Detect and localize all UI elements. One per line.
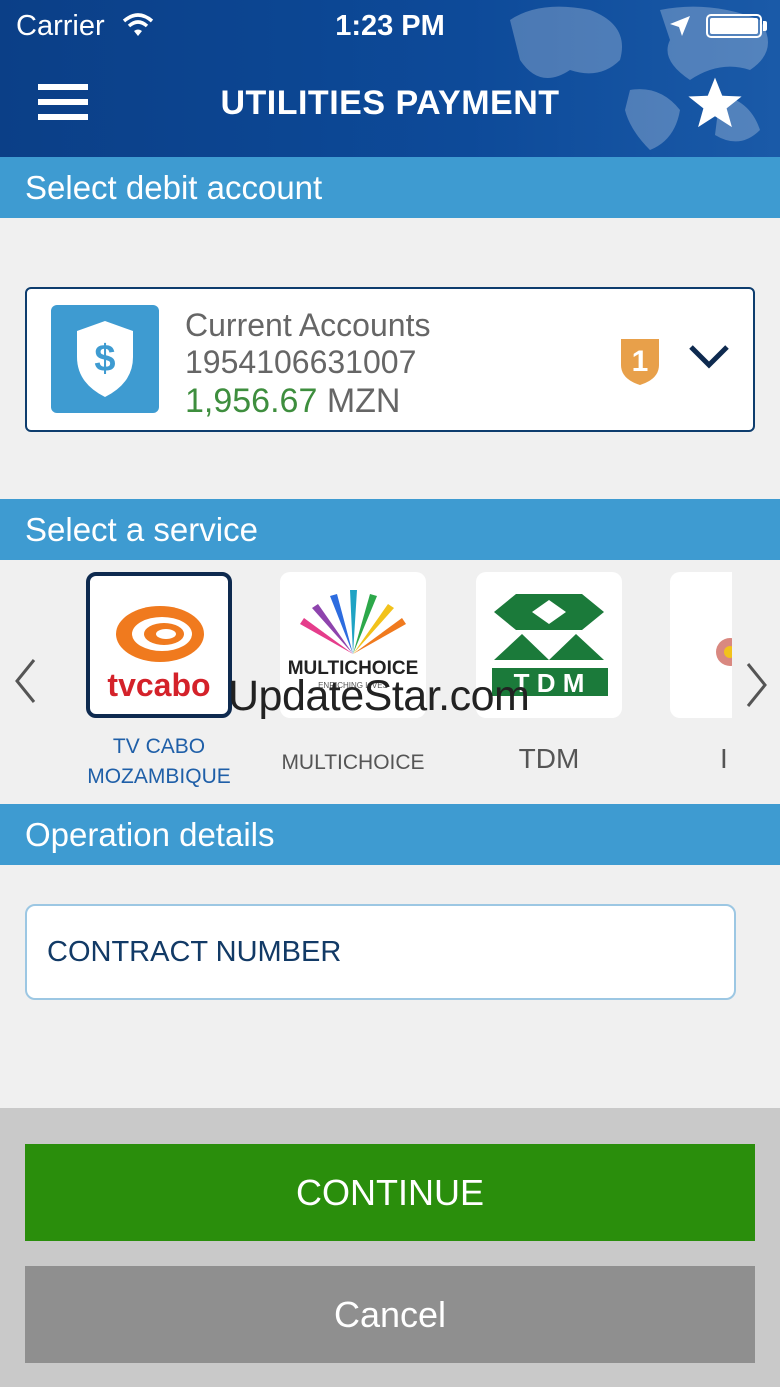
contract-number-input[interactable]: CONTRACT NUMBER <box>25 904 736 1000</box>
service-label-line2: MOZAMBIQUE <box>87 765 231 788</box>
balance-currency: MZN <box>326 382 401 420</box>
watermark-text: UpdateStar.com <box>228 672 530 720</box>
badge-count: 1 <box>632 345 649 378</box>
section-title: Operation details <box>25 816 275 853</box>
service-label: TV CABO MOZAMBIQUE <box>86 732 232 792</box>
service-item-tvcabo[interactable]: tvcabo TV CABO MOZAMBIQUE <box>86 572 232 792</box>
partial-service-logo <box>670 572 732 718</box>
account-number: 1954106631007 <box>185 344 417 380</box>
clock: 1:23 PM <box>335 10 445 42</box>
section-header-debit: Select debit account <box>0 157 780 218</box>
page-title: UTILITIES PAYMENT <box>220 84 560 122</box>
debit-account-selector[interactable]: $ Current Accounts 1954106631007 1,956.6… <box>25 287 755 432</box>
balance-amount: 1,956.67 <box>185 382 318 420</box>
svg-text:$: $ <box>94 338 115 380</box>
status-bar: Carrier 1:23 PM <box>0 0 780 54</box>
section-title: Select a service <box>25 511 258 548</box>
account-balance: 1,956.67 MZN <box>185 382 400 421</box>
account-type: Current Accounts <box>185 307 431 343</box>
star-icon[interactable] <box>686 74 744 132</box>
continue-button[interactable]: CONTINUE <box>25 1144 755 1241</box>
section-header-operation: Operation details <box>0 804 780 865</box>
account-shield-icon: $ <box>51 305 159 413</box>
service-label-line1: TV CABO <box>112 735 206 758</box>
tvcabo-logo-text: tvcabo <box>107 667 210 703</box>
chevron-down-icon[interactable] <box>687 341 731 373</box>
location-arrow-icon <box>670 16 690 36</box>
cancel-button[interactable]: Cancel <box>25 1266 755 1363</box>
service-label: I <box>720 743 728 774</box>
section-header-service: Select a service <box>0 499 780 560</box>
contract-number-placeholder: CONTRACT NUMBER <box>47 936 342 968</box>
account-count-badge-icon: 1 <box>621 339 659 385</box>
service-label: MULTICHOICE <box>281 751 425 774</box>
chevron-left-icon[interactable] <box>12 656 38 706</box>
chevron-right-icon[interactable] <box>744 660 770 710</box>
service-label: TDM <box>518 743 580 774</box>
battery-tip <box>763 21 767 31</box>
app-header: Carrier 1:23 PM UTILITIES PAYMENT <box>0 0 780 157</box>
battery-icon <box>706 14 762 38</box>
tvcabo-logo: tvcabo <box>86 572 232 718</box>
section-title: Select debit account <box>25 169 323 206</box>
